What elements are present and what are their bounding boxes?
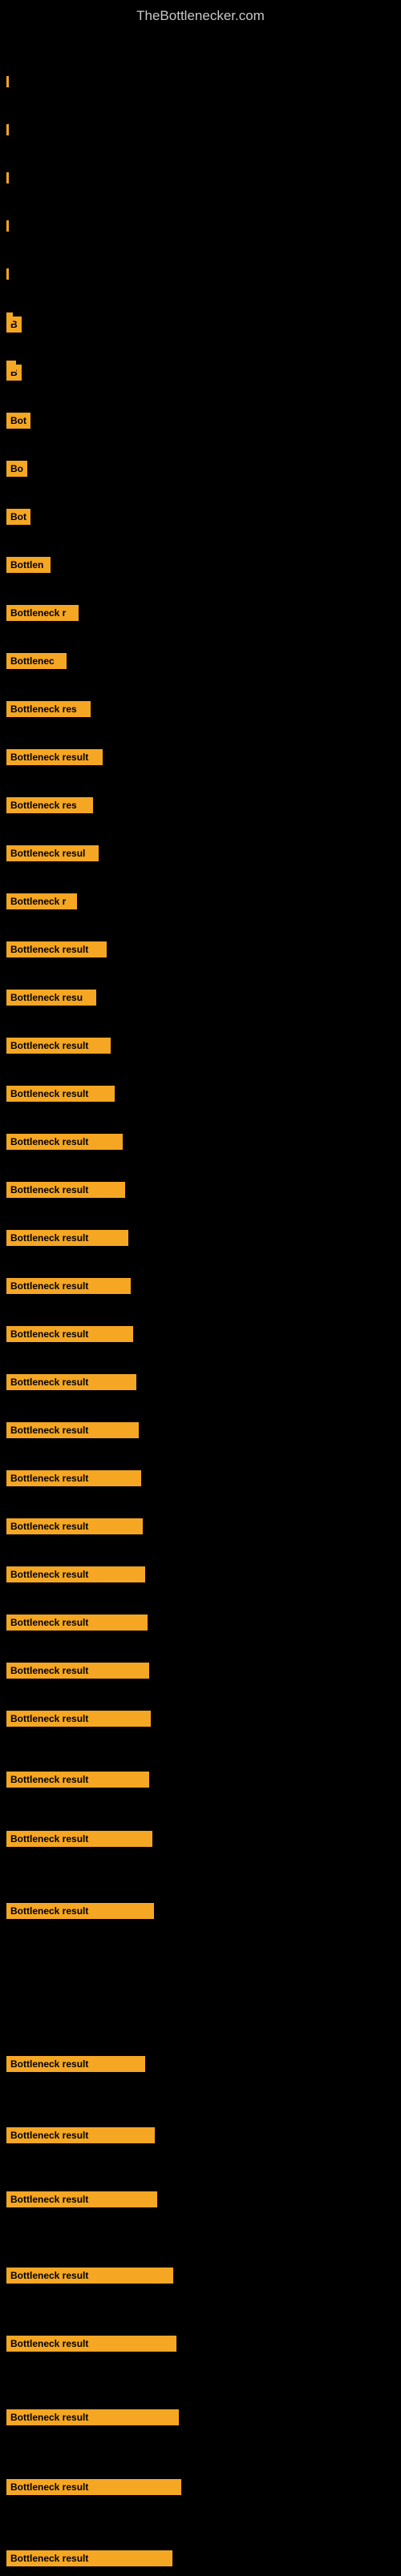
bar-item-small xyxy=(6,361,16,372)
bar-item: Bottleneck result xyxy=(6,2056,145,2072)
bar-label: Bottleneck result xyxy=(6,1086,115,1102)
bar-label: Bottlen xyxy=(6,557,51,573)
bar-item: Bottleneck result xyxy=(6,2336,176,2352)
bar-item: Bottleneck result xyxy=(6,2479,181,2495)
bar-item: Bottleneck r xyxy=(6,605,79,621)
bar-label: Bot xyxy=(6,509,30,525)
bar-label: Bottleneck result xyxy=(6,1470,141,1486)
bar-item: Bottleneck result xyxy=(6,1711,151,1727)
bar-item: Bottleneck result xyxy=(6,1278,131,1294)
bar-label: Bottleneck res xyxy=(6,797,93,813)
bar-item: Bottleneck result xyxy=(6,1903,154,1919)
bar-item-small xyxy=(6,172,9,183)
bar-label: Bottleneck result xyxy=(6,1663,149,1679)
bar-item-small xyxy=(6,124,9,135)
bar-label: Bottleneck result xyxy=(6,1326,133,1342)
bar-item-small xyxy=(6,312,13,324)
page-wrapper: TheBottlenecker.com BBBotBoBotBottlenBot… xyxy=(0,0,401,2576)
bar-item: Bottleneck result xyxy=(6,1772,149,1788)
bar-label: Bottleneck result xyxy=(6,1182,125,1198)
bar-label: Bot xyxy=(6,413,30,429)
bar-label: Bottleneck result xyxy=(6,2550,172,2566)
bar-item: Bottleneck result xyxy=(6,1086,115,1102)
bars-container: BBBotBoBotBottlenBottleneck rBottlenecBo… xyxy=(0,28,401,2576)
bar-item: Bottleneck res xyxy=(6,797,93,813)
bar-label: Bottleneck res xyxy=(6,701,91,717)
bar-item-small xyxy=(6,268,9,280)
bar-label: Bottleneck result xyxy=(6,1230,128,1246)
bar-label: Bottleneck result xyxy=(6,2336,176,2352)
bar-item: Bottleneck r xyxy=(6,893,77,909)
bar-label: Bottleneck result xyxy=(6,1711,151,1727)
bar-item: Bot xyxy=(6,509,30,525)
bar-item: Bottleneck result xyxy=(6,2191,157,2207)
bar-label: Bottleneck result xyxy=(6,2409,179,2425)
site-title: TheBottlenecker.com xyxy=(0,0,401,28)
bar-item: Bottleneck resul xyxy=(6,845,99,861)
bar-label: Bottleneck result xyxy=(6,2056,145,2072)
bar-item: Bottleneck result xyxy=(6,1470,141,1486)
bar-item: Bottleneck result xyxy=(6,1663,149,1679)
bar-label: Bottleneck result xyxy=(6,2127,155,2143)
bar-item: Bottleneck resu xyxy=(6,990,96,1006)
bar-label: Bottlenec xyxy=(6,653,67,669)
bar-item: Bottleneck result xyxy=(6,749,103,765)
bar-item: Bottleneck result xyxy=(6,2268,173,2284)
bar-item: Bottleneck result xyxy=(6,1038,111,1054)
bar-item: Bottleneck result xyxy=(6,941,107,957)
bar-item: Bottleneck res xyxy=(6,701,91,717)
bar-item: Bottleneck result xyxy=(6,1182,125,1198)
bar-item: Bot xyxy=(6,413,30,429)
bar-item: Bottleneck result xyxy=(6,2127,155,2143)
bar-label: Bottleneck r xyxy=(6,893,77,909)
bar-label: Bottleneck result xyxy=(6,1903,154,1919)
bar-label: Bottleneck result xyxy=(6,749,103,765)
bar-item: Bottleneck result xyxy=(6,1134,123,1150)
bar-item: Bottleneck result xyxy=(6,1566,145,1582)
bar-label: Bottleneck result xyxy=(6,1374,136,1390)
bar-label: Bottleneck result xyxy=(6,1518,143,1534)
bar-label: Bottleneck result xyxy=(6,1038,111,1054)
bar-item: Bottleneck result xyxy=(6,1326,133,1342)
bar-label: Bottleneck result xyxy=(6,2268,173,2284)
bar-item-small xyxy=(6,220,9,232)
bar-item: Bottlenec xyxy=(6,653,67,669)
bar-label: Bottleneck result xyxy=(6,1278,131,1294)
bar-item-small xyxy=(6,76,9,87)
bar-label: Bottleneck result xyxy=(6,1566,145,1582)
bar-item: Bottleneck result xyxy=(6,1518,143,1534)
bar-label: Bottleneck result xyxy=(6,2479,181,2495)
bar-label: Bottleneck result xyxy=(6,1831,152,1847)
bar-item: Bottleneck result xyxy=(6,2550,172,2566)
bar-label: Bo xyxy=(6,461,27,477)
bar-item: Bottleneck result xyxy=(6,1374,136,1390)
bar-label: Bottleneck r xyxy=(6,605,79,621)
bar-label: Bottleneck result xyxy=(6,941,107,957)
bar-item: Bottleneck result xyxy=(6,1615,148,1631)
bar-item: Bottleneck result xyxy=(6,1230,128,1246)
bar-label: Bottleneck result xyxy=(6,1134,123,1150)
bar-item: Bottleneck result xyxy=(6,2409,179,2425)
bar-label: Bottleneck result xyxy=(6,2191,157,2207)
bar-label: Bottleneck result xyxy=(6,1422,139,1438)
bar-label: Bottleneck resu xyxy=(6,990,96,1006)
bar-item: Bottleneck result xyxy=(6,1831,152,1847)
bar-label: Bottleneck result xyxy=(6,1772,149,1788)
bar-item: Bottlen xyxy=(6,557,51,573)
bar-label: Bottleneck resul xyxy=(6,845,99,861)
bar-item: Bottleneck result xyxy=(6,1422,139,1438)
bar-item: Bo xyxy=(6,461,27,477)
bar-label: Bottleneck result xyxy=(6,1615,148,1631)
